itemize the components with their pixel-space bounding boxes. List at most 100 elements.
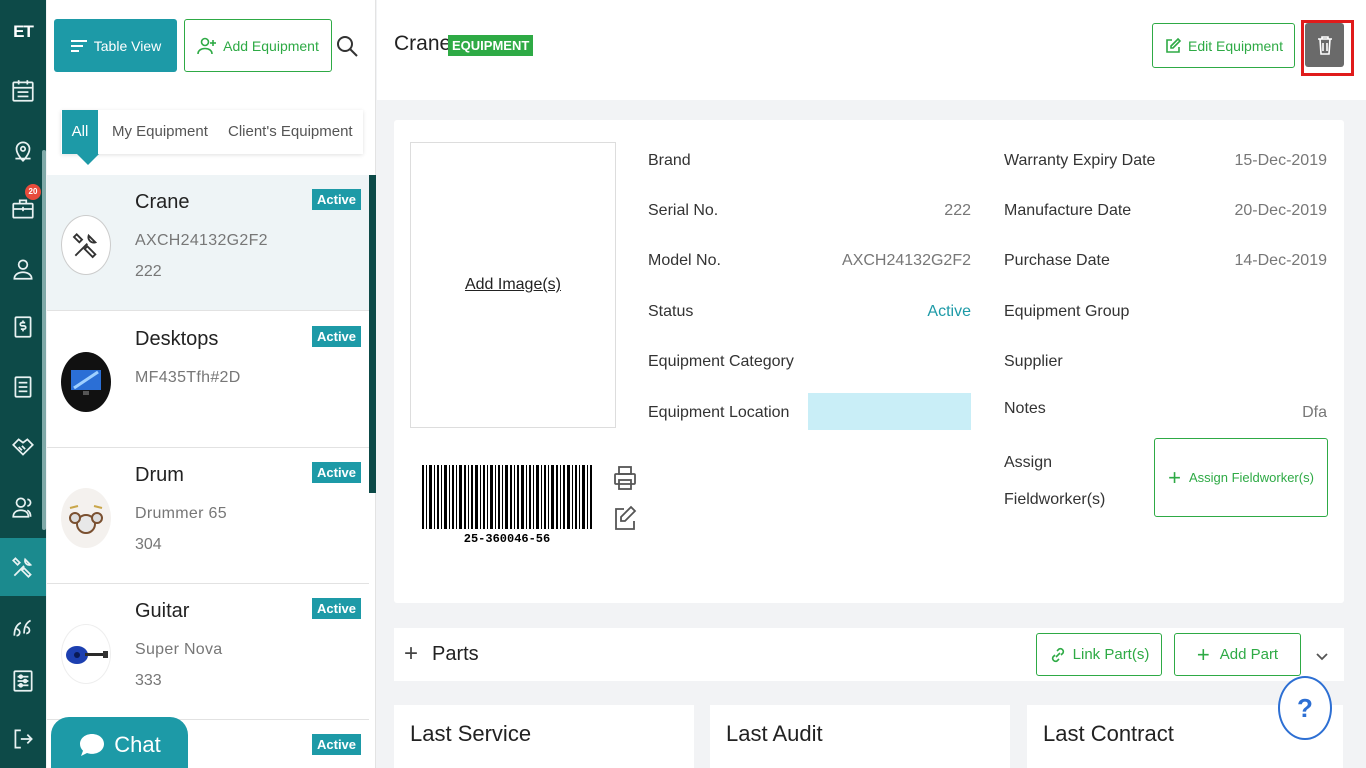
- app-logo: ET: [13, 22, 34, 41]
- drum-icon: [69, 505, 103, 534]
- trash-icon: [1317, 36, 1332, 55]
- tools-thumbnail: [61, 215, 111, 275]
- add-equipment-label: Add Equipment: [223, 37, 319, 54]
- add-part-button[interactable]: + Add Part: [1174, 633, 1301, 676]
- equipment-name: Crane: [135, 191, 190, 213]
- nav-logout[interactable]: [0, 710, 46, 768]
- equipment-serial: 222: [135, 263, 162, 280]
- plus-icon: +: [1196, 641, 1210, 667]
- brand-label: Brand: [648, 152, 691, 169]
- equipment-row[interactable]: Desktops MF435Tfh#2D Active: [47, 312, 369, 448]
- group-label: Equipment Group: [1004, 303, 1130, 320]
- add-equipment-button[interactable]: Add Equipment: [184, 19, 332, 72]
- tab-clients-equipment[interactable]: Client's Equipment: [228, 110, 353, 154]
- edit-barcode-icon[interactable]: [613, 504, 637, 532]
- status-value: Active: [927, 303, 971, 320]
- monitor-icon: [71, 370, 101, 395]
- parts-title: Parts: [432, 643, 479, 665]
- tools-icon: [12, 557, 33, 578]
- tools-icon: [72, 233, 98, 259]
- calendar-icon: [12, 80, 34, 102]
- chevron-down-icon[interactable]: [1314, 648, 1330, 664]
- purchase-label: Purchase Date: [1004, 252, 1110, 269]
- invoice-icon: [14, 316, 32, 338]
- tab-my-equipment[interactable]: My Equipment: [112, 110, 208, 154]
- page-title: Crane: [394, 32, 452, 55]
- print-icon[interactable]: [613, 465, 637, 493]
- settings-icon: [13, 670, 33, 692]
- warranty-label: Warranty Expiry Date: [1004, 152, 1156, 169]
- manufacture-value: 20-Dec-2019: [1234, 202, 1328, 219]
- barcode: 25-360046-56: [422, 465, 592, 545]
- notes-label: Notes: [1004, 400, 1046, 417]
- edit-equipment-button[interactable]: Edit Equipment: [1152, 23, 1295, 68]
- supplier-label: Supplier: [1004, 353, 1063, 370]
- equipment-tag: EQUIPMENT: [448, 35, 534, 56]
- image-upload-box[interactable]: Add Image(s): [410, 142, 616, 428]
- location-value: [808, 393, 971, 430]
- assign-fieldworker-label: Assign Fieldworker(s): [1188, 470, 1314, 485]
- serial-label: Serial No.: [648, 202, 719, 219]
- nav-team[interactable]: [0, 478, 46, 536]
- add-user-icon: [197, 37, 217, 54]
- equipment-row[interactable]: Guitar Super Nova 333 Active: [47, 584, 369, 720]
- equipment-name: Guitar: [135, 600, 190, 622]
- desktop-thumbnail: [61, 352, 111, 412]
- add-image-link[interactable]: Add Image(s): [465, 276, 561, 294]
- equipment-name: Drum: [135, 464, 184, 486]
- assign-label-line1: Assign: [1004, 454, 1053, 471]
- equipment-filter-tabs: All My Equipment Client's Equipment: [61, 110, 363, 154]
- nav-client[interactable]: [0, 240, 46, 298]
- purchase-value: 14-Dec-2019: [1234, 252, 1328, 269]
- equipment-name: Desktops: [135, 328, 219, 350]
- edit-equipment-label: Edit Equipment: [1188, 37, 1283, 54]
- nav-quotes[interactable]: [0, 598, 46, 656]
- side-nav: ET 20: [0, 0, 46, 768]
- serial-value: 222: [944, 202, 971, 219]
- equipment-info-card: Add Image(s) 25-360046-56 Brand Serial N…: [394, 120, 1344, 603]
- add-part-label: Add Part: [1219, 646, 1279, 663]
- equipment-serial: 304: [135, 536, 162, 553]
- help-button[interactable]: ?: [1278, 676, 1332, 740]
- barcode-text: 25-360046-56: [464, 532, 550, 545]
- model-label: Model No.: [648, 252, 721, 269]
- edit-icon: [1166, 37, 1182, 53]
- logout-icon: [14, 729, 33, 749]
- chat-bubble-icon: [80, 734, 105, 756]
- last-service-card: Last Service: [394, 705, 694, 768]
- nav-settings[interactable]: [0, 652, 46, 710]
- equipment-row[interactable]: Drum Drummer 65 304 Active: [47, 448, 369, 584]
- equipment-list-panel: Table View Add Equipment All My Equipmen…: [47, 0, 376, 768]
- nav-invoice[interactable]: [0, 298, 46, 356]
- nav-contracts[interactable]: [0, 418, 46, 476]
- equipment-row[interactable]: Crane AXCH24132G2F2 222 Active: [47, 175, 369, 311]
- assign-label-line2: Fieldworker(s): [1004, 491, 1106, 508]
- link-parts-button[interactable]: Link Part(s): [1036, 633, 1162, 676]
- search-icon[interactable]: [336, 35, 358, 57]
- warranty-value: 15-Dec-2019: [1234, 152, 1328, 169]
- last-service-title: Last Service: [410, 721, 532, 746]
- table-view-label: Table View: [93, 37, 162, 54]
- notes-value: Dfa: [1302, 404, 1327, 421]
- guitar-thumbnail: [61, 624, 111, 684]
- nav-scrollbar[interactable]: [42, 150, 46, 530]
- assign-fieldworker-button[interactable]: + Assign Fieldworker(s): [1154, 438, 1328, 517]
- tab-all[interactable]: All: [62, 110, 98, 154]
- status-badge: Active: [312, 734, 362, 755]
- nav-location[interactable]: [0, 122, 46, 180]
- nav-list[interactable]: [0, 358, 46, 416]
- location-label: Equipment Location: [648, 404, 790, 421]
- status-badge: Active: [312, 326, 362, 347]
- table-view-button[interactable]: Table View: [54, 19, 177, 72]
- category-label: Equipment Category: [648, 353, 794, 370]
- delete-button[interactable]: [1305, 23, 1344, 67]
- equipment-detail: Crane EQUIPMENT Edit Equipment Add Image…: [377, 0, 1366, 768]
- chat-button[interactable]: Chat: [51, 717, 188, 768]
- list-scrollbar[interactable]: [369, 175, 376, 493]
- nav-calendar[interactable]: [0, 62, 46, 120]
- nav-equipment[interactable]: [0, 538, 46, 596]
- plus-icon: +: [1168, 464, 1181, 490]
- guitar-icon: [66, 646, 108, 664]
- expand-parts-icon[interactable]: +: [404, 642, 418, 666]
- manufacture-label: Manufacture Date: [1004, 202, 1132, 219]
